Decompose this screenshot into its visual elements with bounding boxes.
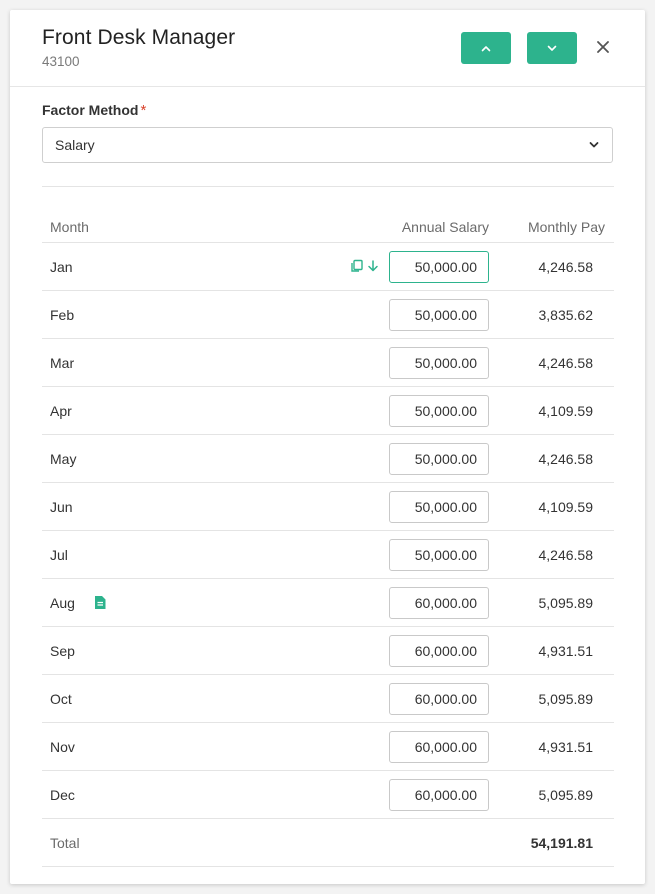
table-header: Month Annual Salary Monthly Pay <box>42 210 614 243</box>
annual-salary-input[interactable] <box>389 347 489 379</box>
annual-salary-input[interactable] <box>389 683 489 715</box>
monthly-pay-cell: 4,109.59 <box>538 403 594 419</box>
table-row: Aug 5,095.89 <box>42 579 614 627</box>
salary-detail-panel: Front Desk Manager 43100 Factor Method * … <box>10 10 645 884</box>
month-cell: Jan <box>50 259 73 275</box>
table-row: Mar 4,246.58 <box>42 339 614 387</box>
monthly-pay-cell: 4,246.58 <box>538 547 594 563</box>
table-row: Dec 5,095.89 <box>42 771 614 819</box>
table-row: Jul 4,246.58 <box>42 531 614 579</box>
annual-salary-input[interactable] <box>389 635 489 667</box>
annual-salary-input[interactable] <box>389 443 489 475</box>
row-actions <box>93 595 107 610</box>
total-value: 54,191.81 <box>530 835 593 851</box>
monthly-pay-cell: 4,246.58 <box>538 355 594 371</box>
copy-icon[interactable] <box>350 259 364 273</box>
table-row: Jun 4,109.59 <box>42 483 614 531</box>
factor-method-value: Salary <box>55 137 95 153</box>
position-code: 43100 <box>42 54 80 69</box>
monthly-pay-cell: 4,931.51 <box>538 739 594 755</box>
required-marker: * <box>140 102 147 119</box>
chevron-up-icon <box>481 45 491 51</box>
annual-salary-input[interactable] <box>389 779 489 811</box>
previous-button[interactable] <box>461 32 511 64</box>
table-row: Sep 4,931.51 <box>42 627 614 675</box>
month-cell: Aug <box>50 595 75 611</box>
month-cell: Jul <box>50 547 68 563</box>
month-cell: May <box>50 451 77 467</box>
next-button[interactable] <box>527 32 577 64</box>
factor-method-label-text: Factor Method <box>42 102 139 118</box>
monthly-pay-cell: 5,095.89 <box>538 595 594 611</box>
annual-salary-input[interactable] <box>389 539 489 571</box>
page-title: Front Desk Manager <box>42 26 236 49</box>
monthly-pay-cell: 5,095.89 <box>538 787 594 803</box>
monthly-pay-cell: 4,246.58 <box>538 451 594 467</box>
table-row: Nov 4,931.51 <box>42 723 614 771</box>
total-row: Total 54,191.81 <box>42 819 614 867</box>
annual-salary-input[interactable] <box>389 251 489 283</box>
month-cell: Oct <box>50 691 72 707</box>
column-header-month: Month <box>50 219 89 235</box>
month-cell: Jun <box>50 499 73 515</box>
chevron-down-icon <box>589 142 599 148</box>
monthly-pay-cell: 4,931.51 <box>538 643 594 659</box>
section-divider <box>42 186 614 187</box>
month-cell: Mar <box>50 355 75 371</box>
monthly-pay-cell: 3,835.62 <box>538 307 594 323</box>
total-label: Total <box>50 835 80 851</box>
month-cell: Nov <box>50 739 75 755</box>
annual-salary-input[interactable] <box>389 731 489 763</box>
month-cell: Sep <box>50 643 75 659</box>
monthly-pay-cell: 5,095.89 <box>538 691 594 707</box>
table-row: May 4,246.58 <box>42 435 614 483</box>
salary-table: Month Annual Salary Monthly Pay Jan 50,0… <box>42 210 614 867</box>
note-icon[interactable] <box>93 595 107 610</box>
factor-method-label: Factor Method * <box>42 102 146 119</box>
annual-salary-input[interactable] <box>389 299 489 331</box>
annual-salary-input[interactable] <box>389 491 489 523</box>
table-row: Feb 3,835.62 <box>42 291 614 339</box>
column-header-annual-salary: Annual Salary <box>401 219 489 235</box>
monthly-pay-cell: 4,246.58 <box>538 259 594 275</box>
monthly-pay-cell: 4,109.59 <box>538 499 594 515</box>
panel-header: Front Desk Manager 43100 <box>10 10 645 87</box>
factor-method-select[interactable]: Salary <box>42 127 613 163</box>
row-actions <box>350 259 380 273</box>
month-cell: Apr <box>50 403 72 419</box>
table-row: Jan 4,246.58 <box>42 243 614 291</box>
arrow-down-icon[interactable] <box>366 259 380 273</box>
table-row: Oct 5,095.89 <box>42 675 614 723</box>
month-cell: Dec <box>50 787 75 803</box>
annual-salary-input[interactable] <box>389 395 489 427</box>
column-header-monthly-pay: Monthly Pay <box>527 219 605 235</box>
close-button[interactable] <box>593 37 613 57</box>
table-row: Apr 4,109.59 <box>42 387 614 435</box>
close-icon <box>597 41 609 53</box>
annual-salary-input[interactable] <box>389 587 489 619</box>
month-cell: Feb <box>50 307 75 323</box>
chevron-down-icon <box>547 45 557 51</box>
